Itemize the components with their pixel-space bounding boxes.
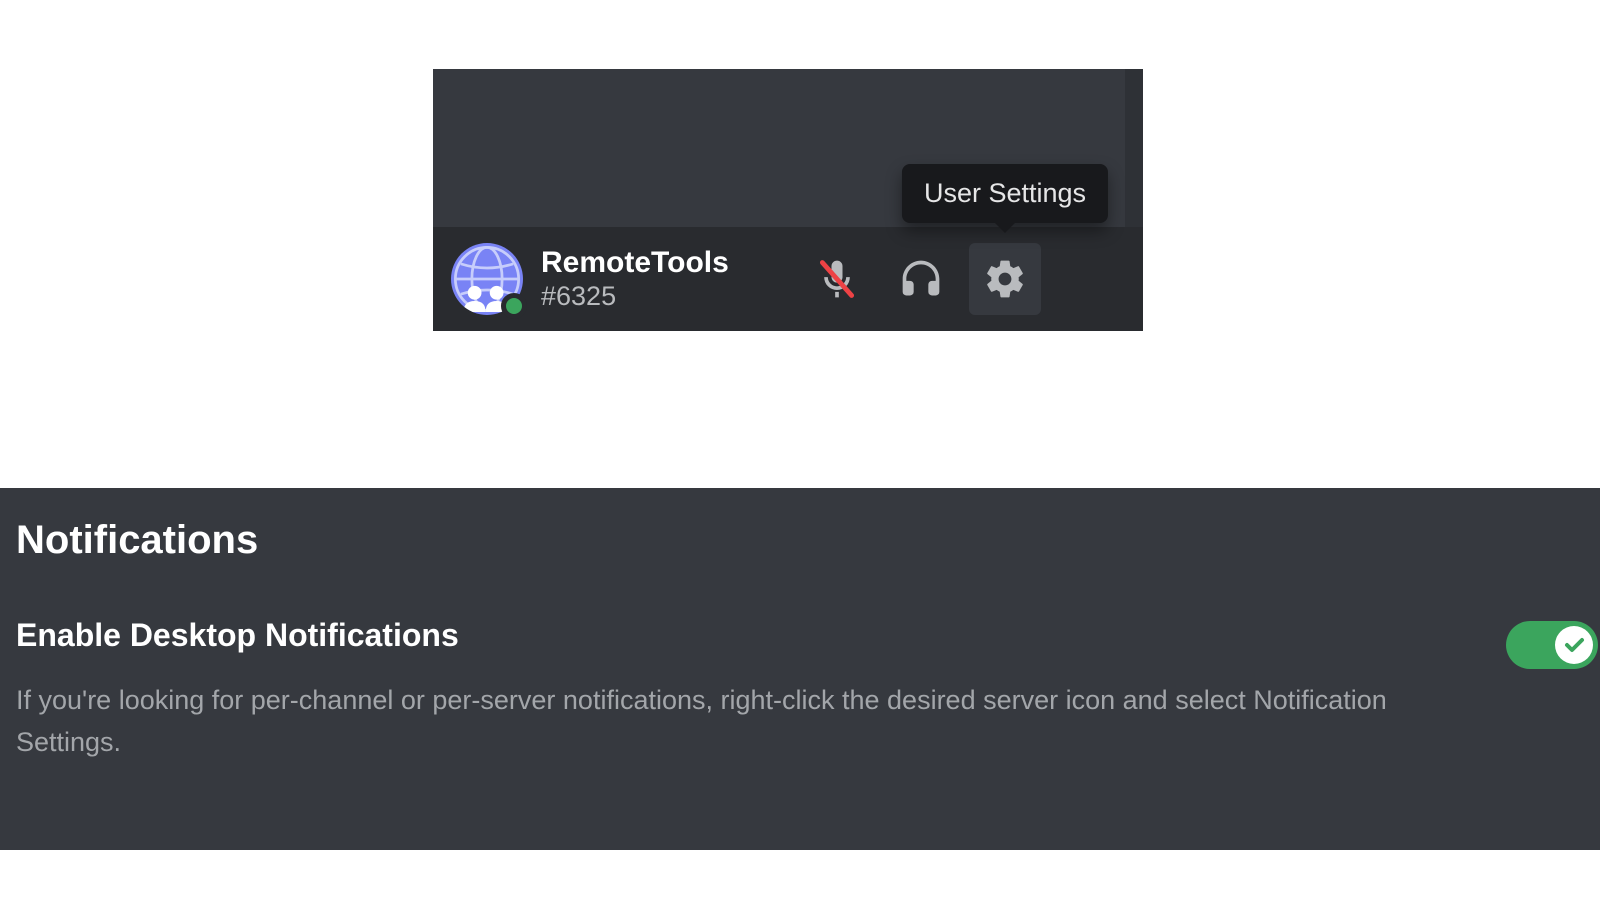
setting-label: Enable Desktop Notifications xyxy=(16,617,1482,654)
settings-panel: Notifications Enable Desktop Notificatio… xyxy=(0,488,1600,850)
tooltip-label: User Settings xyxy=(924,178,1086,208)
mic-muted-icon xyxy=(815,257,859,301)
setting-row-desktop-notifications: Enable Desktop Notifications If you're l… xyxy=(16,617,1584,764)
scrollbar-track[interactable] xyxy=(1125,69,1143,227)
status-online-indicator xyxy=(501,293,527,319)
tooltip: User Settings xyxy=(902,164,1108,223)
setting-description: If you're looking for per-channel or per… xyxy=(16,680,1456,764)
check-icon xyxy=(1562,633,1586,657)
toggle-knob xyxy=(1555,626,1593,664)
gear-icon xyxy=(983,257,1027,301)
setting-text: Enable Desktop Notifications If you're l… xyxy=(16,617,1482,764)
user-controls: User Settings xyxy=(801,243,1041,315)
mute-mic-button[interactable] xyxy=(801,243,873,315)
headphones-icon xyxy=(899,257,943,301)
user-bar: RemoteTools #6325 User Settings xyxy=(433,227,1143,331)
avatar-wrap[interactable] xyxy=(451,243,523,315)
username: RemoteTools xyxy=(541,246,729,281)
user-panel: RemoteTools #6325 User Settings xyxy=(433,69,1143,331)
section-title: Notifications xyxy=(16,518,1584,563)
user-settings-button[interactable]: User Settings xyxy=(969,243,1041,315)
deafen-button[interactable] xyxy=(885,243,957,315)
toggle-desktop-notifications[interactable] xyxy=(1506,621,1598,669)
user-discriminator: #6325 xyxy=(541,281,729,312)
user-info[interactable]: RemoteTools #6325 xyxy=(541,246,729,312)
